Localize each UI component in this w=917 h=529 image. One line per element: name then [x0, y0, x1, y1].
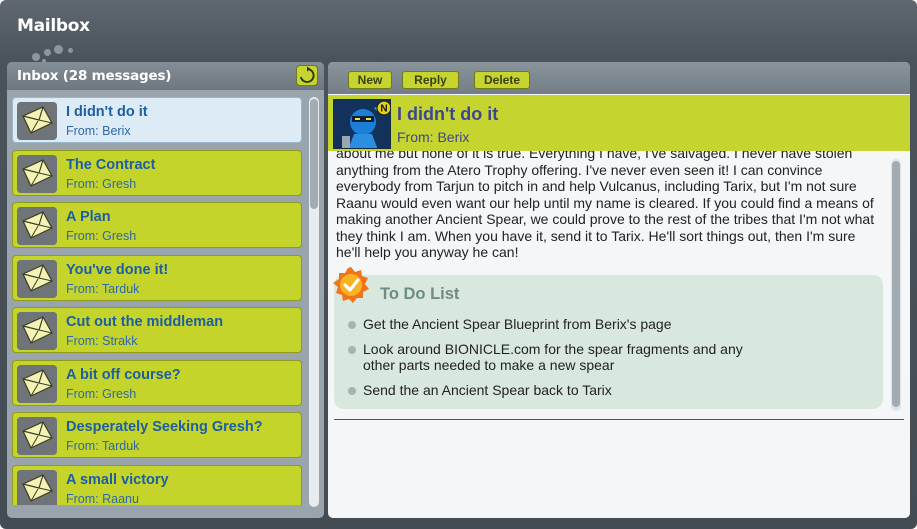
mailbox-window: Mailbox Inbox (28 messages) I didn't do … — [0, 0, 917, 529]
avatar-badge: N — [376, 100, 390, 116]
message-body-area: about me but none of it is true. Everyth… — [328, 151, 893, 416]
inbox-scrollbar-thumb[interactable] — [310, 99, 318, 209]
message-subject-label: I didn't do it — [66, 104, 148, 120]
message-from-label: From: Gresh — [66, 387, 137, 401]
envelope-icon — [17, 417, 57, 455]
message-subject-label: A Plan — [66, 209, 111, 225]
envelope-icon — [17, 365, 57, 403]
message-body-text: anything from the Atero Trophy offering.… — [336, 161, 875, 261]
message-from-label: From: Gresh — [66, 229, 137, 243]
todo-item-text: Look around BIONICLE.com for the spear f… — [363, 341, 743, 373]
reply-button[interactable]: Reply — [402, 71, 459, 89]
bullet-icon — [348, 346, 356, 354]
envelope-icon — [17, 470, 57, 505]
message-toolbar: New Reply Delete — [328, 62, 910, 94]
delete-button[interactable]: Delete — [474, 71, 530, 89]
todo-item-text: Get the Ancient Spear Blueprint from Ber… — [363, 316, 672, 332]
inbox-message-row[interactable]: The Contract From: Gresh — [12, 150, 302, 196]
message-body: about me but none of it is true. Everyth… — [336, 151, 876, 261]
message-subject-label: The Contract — [66, 157, 156, 173]
message-subject-label: You've done it! — [66, 262, 169, 278]
message-scrollbar[interactable] — [891, 159, 901, 411]
bullet-icon — [348, 387, 356, 395]
message-subject-label: Desperately Seeking Gresh? — [66, 419, 263, 435]
inbox-scrollbar[interactable] — [309, 97, 319, 507]
title-decoration-dots — [30, 45, 90, 63]
message-header: N I didn't do it From: Berix — [328, 95, 910, 151]
todo-list-title: To Do List — [380, 285, 460, 303]
envelope-icon — [17, 155, 57, 193]
envelope-icon — [17, 312, 57, 350]
inbox-message-row[interactable]: I didn't do it From: Berix — [12, 97, 302, 143]
inbox-list: I didn't do it From: Berix The Contract Fro… — [12, 97, 304, 505]
inbox-panel: Inbox (28 messages) I didn't do it From: … — [7, 62, 324, 518]
refresh-icon — [299, 66, 315, 83]
message-sender: From: Berix — [397, 129, 470, 145]
todo-item: Send the an Ancient Spear back to Tarix — [348, 382, 868, 400]
svg-text:N: N — [380, 104, 387, 115]
message-from-label: From: Raanu — [66, 492, 139, 505]
window-title: Mailbox — [17, 16, 90, 36]
message-from-label: From: Gresh — [66, 177, 137, 191]
inbox-header: Inbox (28 messages) — [7, 62, 324, 90]
message-from-label: From: Tarduk — [66, 439, 140, 453]
envelope-icon — [17, 207, 57, 245]
inbox-title: Inbox (28 messages) — [17, 68, 172, 84]
envelope-icon — [17, 102, 57, 140]
inbox-message-row[interactable]: A small victory From: Raanu — [12, 465, 302, 505]
message-subject-label: A small victory — [66, 472, 169, 488]
refresh-button[interactable] — [296, 65, 318, 86]
inbox-message-row[interactable]: Desperately Seeking Gresh? From: Tarduk — [12, 412, 302, 458]
message-subject-label: Cut out the middleman — [66, 314, 224, 330]
message-from-label: From: Strakk — [66, 334, 138, 348]
todo-item: Look around BIONICLE.com for the spear f… — [348, 341, 868, 375]
envelope-icon — [17, 260, 57, 298]
message-from-label: From: Tarduk — [66, 282, 140, 296]
inbox-message-row[interactable]: A bit off course? From: Gresh — [12, 360, 302, 406]
bullet-icon — [348, 321, 356, 329]
checkmark-badge-icon — [333, 267, 369, 303]
todo-item: Get the Ancient Spear Blueprint from Ber… — [348, 316, 868, 334]
sender-avatar: N — [333, 99, 391, 149]
inbox-message-row[interactable]: Cut out the middleman From: Strakk — [12, 307, 302, 353]
message-scrollbar-thumb[interactable] — [892, 161, 900, 407]
inbox-message-row[interactable]: You've done it! From: Tarduk — [12, 255, 302, 301]
message-from-label: From: Berix — [66, 124, 131, 138]
divider — [334, 419, 904, 420]
message-reading-panel: New Reply Delete N I didn't do it From: … — [328, 62, 910, 518]
new-button[interactable]: New — [348, 71, 392, 89]
todo-item-text: Send the an Ancient Spear back to Tarix — [363, 382, 612, 398]
message-subject-label: A bit off course? — [66, 367, 181, 383]
inbox-message-row[interactable]: A Plan From: Gresh — [12, 202, 302, 248]
message-subject: I didn't do it — [397, 104, 499, 124]
message-body-partial-line: about me but none of it is true. Everyth… — [336, 151, 853, 161]
